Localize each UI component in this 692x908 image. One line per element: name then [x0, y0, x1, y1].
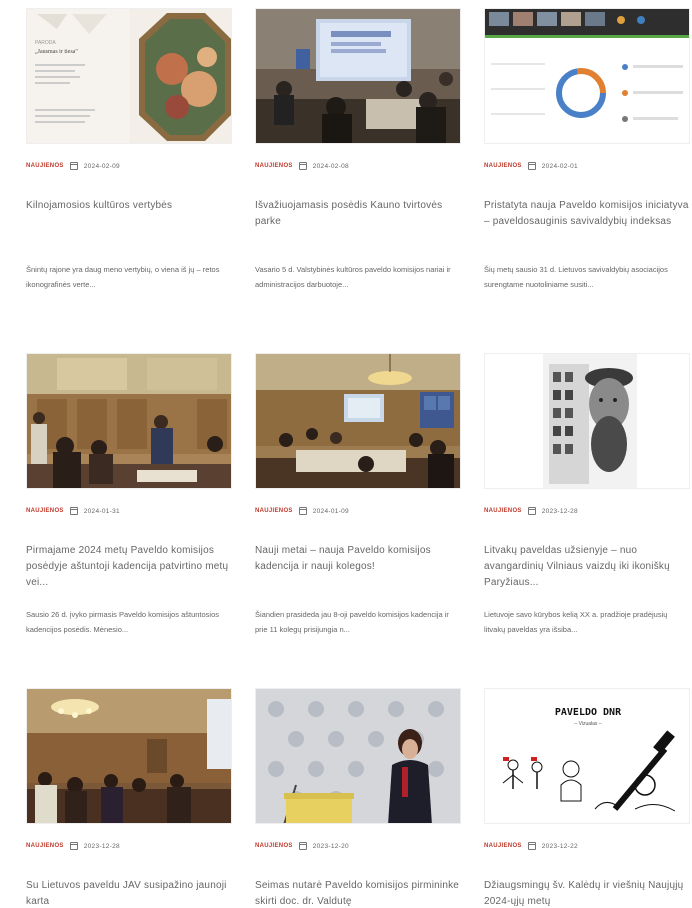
card-thumbnail[interactable]: PARODA „Jausmas ir tiesa" [26, 8, 232, 144]
card-title[interactable]: Pristatyta nauja Paveldo komisijos inici… [484, 198, 690, 262]
card-title[interactable]: Litvakų paveldas užsienyje – nuo avangar… [484, 543, 690, 607]
comic-title: PAVELDO DNR [555, 707, 622, 718]
card-thumbnail[interactable] [26, 353, 232, 489]
news-card[interactable]: Naujienos 2024-01-09 Nauji metai – nauja… [255, 353, 461, 659]
category-badge[interactable]: Naujienos [26, 508, 64, 514]
card-title[interactable]: Nauji metai – nauja Paveldo komisijos ka… [255, 543, 461, 607]
category-badge[interactable]: Naujienos [26, 843, 64, 849]
card-meta: Naujienos 2023-12-28 [484, 505, 690, 517]
post-date: 2024-02-01 [541, 162, 578, 170]
calendar-icon [298, 842, 307, 850]
card-excerpt: Sausio 26 d. įvyko pirmasis Paveldo komi… [26, 610, 220, 634]
news-card[interactable]: Naujienos 2024-02-01 Pristatyta nauja Pa… [484, 8, 690, 314]
card-excerpt: Šių metų sausio 31 d. Lietuvos savivaldy… [484, 265, 668, 289]
category-badge[interactable]: Naujienos [484, 508, 522, 514]
news-card[interactable]: Naujienos 2023-12-20 Seimas nutarė Pavel… [255, 688, 461, 908]
card-meta: Naujienos 2024-02-01 [484, 160, 690, 172]
news-card[interactable]: Naujienos 2023-12-28 Su Lietuvos paveldu… [26, 688, 232, 908]
category-badge[interactable]: Naujienos [26, 163, 64, 169]
post-date: 2023-12-28 [541, 507, 578, 515]
comic-subtitle: – Vizualas – [574, 721, 601, 727]
post-date: 2023-12-28 [83, 842, 120, 850]
calendar-icon [298, 162, 307, 170]
card-meta: Naujienos 2024-02-08 [255, 160, 461, 172]
post-date: 2023-12-20 [312, 842, 349, 850]
post-date: 2024-02-08 [312, 162, 349, 170]
card-meta: Naujienos 2024-02-09 [26, 160, 232, 172]
post-date: 2023-12-22 [541, 842, 578, 850]
card-thumbnail[interactable]: PAVELDO DNR – Vizualas – [484, 688, 690, 824]
post-date: 2024-02-09 [83, 162, 120, 170]
category-badge[interactable]: Naujienos [255, 843, 293, 849]
news-card[interactable]: Naujienos 2024-01-31 Pirmajame 2024 metų… [26, 353, 232, 659]
category-badge[interactable]: Naujienos [484, 163, 522, 169]
card-thumbnail[interactable] [26, 688, 232, 824]
post-date: 2024-01-31 [83, 507, 120, 515]
calendar-icon [527, 842, 536, 850]
card-meta: Naujienos 2023-12-22 [484, 840, 690, 852]
card-meta: Naujienos 2023-12-28 [26, 840, 232, 852]
card-excerpt: Lietuvoje savo kūrybos kelią XX a. pradž… [484, 610, 668, 634]
svg-text:PARODA: PARODA [35, 40, 56, 46]
calendar-icon [298, 507, 307, 515]
news-grid: PARODA „Jausmas ir tiesa" Naujienos 202 [0, 0, 692, 908]
card-excerpt: Šnintų rajone yra daug meno vertybių, o … [26, 265, 220, 289]
news-card[interactable]: PAVELDO DNR – Vizualas – Naujienos [484, 688, 690, 908]
category-badge[interactable]: Naujienos [255, 163, 293, 169]
card-excerpt: Šiandien prasideda jau 8-oji paveldo kom… [255, 610, 449, 634]
card-thumbnail[interactable] [255, 8, 461, 144]
poster-heading: „Jausmas ir tiesa" [35, 49, 78, 55]
card-title[interactable]: Kilnojamosios kultūros vertybės [26, 198, 232, 262]
post-date: 2024-01-09 [312, 507, 349, 515]
card-thumbnail[interactable] [484, 353, 690, 489]
card-title[interactable]: Su Lietuvos paveldu JAV susipažino jauno… [26, 878, 232, 908]
card-excerpt: Vasario 5 d. Valstybinės kultūros paveld… [255, 265, 451, 289]
news-card[interactable]: PARODA „Jausmas ir tiesa" Naujienos 202 [26, 8, 232, 314]
calendar-icon [527, 162, 536, 170]
news-card[interactable]: Naujienos 2024-02-08 Išvažiuojamasis pos… [255, 8, 461, 314]
card-meta: Naujienos 2024-01-31 [26, 505, 232, 517]
calendar-icon [69, 507, 78, 515]
card-title[interactable]: Džiaugsmingų šv. Kalėdų ir viešnių Naujų… [484, 878, 690, 908]
category-badge[interactable]: Naujienos [255, 508, 293, 514]
card-thumbnail[interactable] [484, 8, 690, 144]
news-card[interactable]: Naujienos 2023-12-28 Litvakų paveldas už… [484, 353, 690, 659]
card-thumbnail[interactable] [255, 688, 461, 824]
card-title[interactable]: Išvažiuojamasis posėdis Kauno tvirtovės … [255, 198, 461, 262]
calendar-icon [69, 162, 78, 170]
card-thumbnail[interactable] [255, 353, 461, 489]
category-badge[interactable]: Naujienos [484, 843, 522, 849]
card-title[interactable]: Pirmajame 2024 metų Paveldo komisijos po… [26, 543, 232, 607]
card-meta: Naujienos 2023-12-20 [255, 840, 461, 852]
calendar-icon [69, 842, 78, 850]
calendar-icon [527, 507, 536, 515]
card-title[interactable]: Seimas nutarė Paveldo komisijos pirminin… [255, 878, 461, 908]
card-meta: Naujienos 2024-01-09 [255, 505, 461, 517]
